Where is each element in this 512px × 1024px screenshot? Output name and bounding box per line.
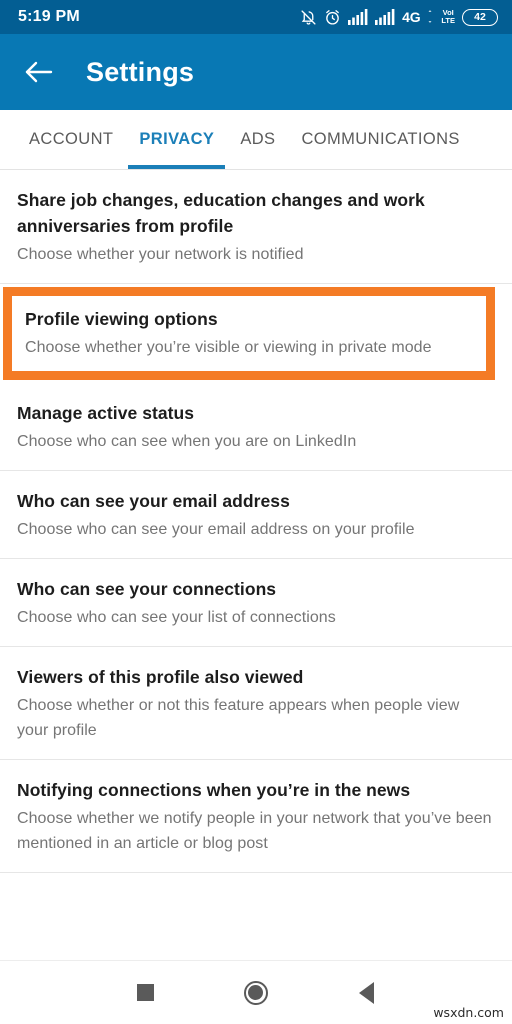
recents-square-glyph	[136, 984, 154, 1001]
setting-title: Who can see your connections	[17, 579, 277, 599]
tab-account[interactable]: ACCOUNT	[16, 110, 126, 169]
setting-subtitle: Choose who can see when you are on Linke…	[17, 433, 357, 450]
signal-bars-icon	[348, 9, 368, 25]
bell-off-icon	[300, 9, 317, 26]
list-item-profile-viewing-options[interactable]: Profile viewing options Choose whether y…	[3, 287, 495, 380]
setting-subtitle: Choose whether you’re visible or viewing…	[25, 339, 432, 356]
recents-square-icon[interactable]	[122, 970, 168, 1016]
setting-subtitle: Choose who can see your email address on…	[17, 521, 415, 538]
app-bar: Settings	[0, 34, 512, 110]
setting-title: Viewers of this profile also viewed	[17, 667, 304, 687]
battery-level-text: 42	[474, 11, 486, 23]
tab-ads[interactable]: ADS	[227, 110, 288, 169]
setting-title: Who can see your email address	[17, 491, 290, 511]
setting-subtitle: Choose whether we notify people in your …	[17, 810, 492, 852]
signal-bars-icon	[375, 9, 395, 25]
list-item-share-job-changes[interactable]: Share job changes, education changes and…	[0, 170, 512, 284]
tab-communications[interactable]: COMMUNICATIONS	[288, 110, 472, 169]
home-circle-icon[interactable]	[233, 970, 279, 1016]
list-item-who-can-see-email[interactable]: Who can see your email address Choose wh…	[0, 471, 512, 559]
list-item-who-can-see-connections[interactable]: Who can see your connections Choose who …	[0, 559, 512, 647]
setting-subtitle: Choose who can see your list of connecti…	[17, 609, 336, 626]
setting-title: Manage active status	[17, 403, 195, 423]
back-triangle-glyph	[359, 981, 375, 1004]
setting-title: Notifying connections when you’re in the…	[17, 780, 411, 800]
tab-privacy[interactable]: PRIVACY	[126, 110, 227, 169]
status-bar-clock: 5:19 PM	[18, 8, 80, 25]
settings-list: Share job changes, education changes and…	[0, 170, 512, 873]
home-circle-glyph	[243, 980, 268, 1005]
battery-icon: 42	[462, 8, 498, 26]
watermark: wsxdn.com	[433, 1005, 504, 1020]
status-bar-icons: 4G VoI LTE 42	[300, 8, 498, 26]
volte-bottom-text: LTE	[441, 16, 455, 25]
network-type-label: 4G	[402, 9, 421, 25]
tab-bar: ACCOUNT PRIVACY ADS COMMUNICATIONS	[0, 110, 512, 170]
setting-subtitle: Choose whether or not this feature appea…	[17, 697, 460, 739]
list-item-notifying-connections-news[interactable]: Notifying connections when you’re in the…	[0, 760, 512, 873]
data-arrows-icon	[427, 10, 434, 24]
list-item-manage-active-status[interactable]: Manage active status Choose who can see …	[0, 383, 512, 471]
setting-title: Profile viewing options	[25, 309, 218, 329]
page-title: Settings	[86, 56, 195, 87]
back-triangle-icon[interactable]	[344, 970, 390, 1016]
setting-title: Share job changes, education changes and…	[17, 190, 425, 236]
status-bar: 5:19 PM 4G VoI LTE 42	[0, 0, 512, 34]
volte-icon: VoI LTE	[441, 9, 455, 25]
setting-subtitle: Choose whether your network is notified	[17, 246, 304, 263]
alarm-icon	[324, 9, 341, 26]
back-arrow-icon[interactable]	[22, 55, 56, 89]
list-item-viewers-also-viewed[interactable]: Viewers of this profile also viewed Choo…	[0, 647, 512, 760]
